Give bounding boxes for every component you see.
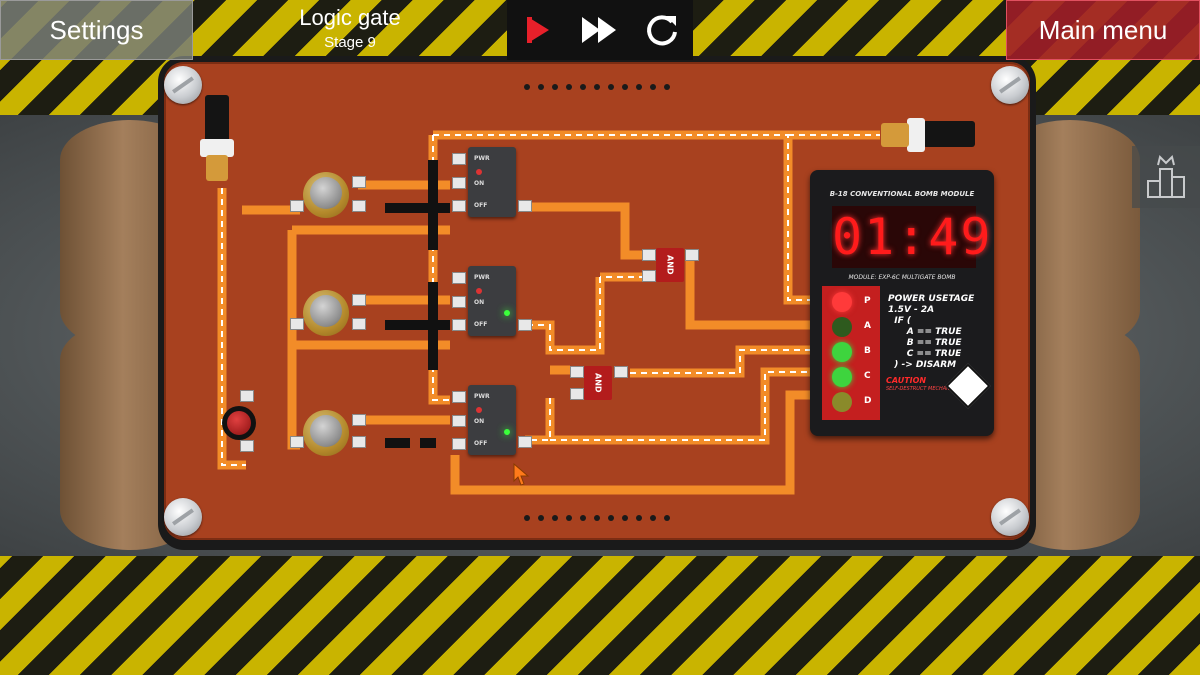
and-gate-1-pin-b bbox=[642, 270, 656, 282]
gate-2-pwr-label: PWR bbox=[474, 274, 490, 281]
status-letter-p: P bbox=[864, 296, 871, 306]
gate-2-pwr-led bbox=[476, 288, 482, 294]
push-button-pin-bottom bbox=[240, 440, 254, 452]
knob-1-pin-a bbox=[352, 176, 366, 188]
status-light-c bbox=[832, 367, 852, 387]
gate-1-pin-on bbox=[452, 177, 466, 189]
gate-3-pin-pwr bbox=[452, 391, 466, 403]
not-gate-1[interactable]: PWR ON OFF bbox=[468, 147, 516, 217]
knob-1-pin-b bbox=[352, 200, 366, 212]
disarm-rules: POWER USETAGE 1.5V - 2A IF ( A == TRUE B… bbox=[888, 294, 975, 370]
leaderboard-button[interactable] bbox=[1132, 146, 1200, 208]
knob-3-pin-a bbox=[352, 414, 366, 426]
gate-2-off-label: OFF bbox=[474, 321, 488, 328]
gate-2-pin-off bbox=[452, 319, 466, 331]
push-button-red[interactable] bbox=[222, 406, 256, 440]
playback-controls bbox=[507, 0, 693, 60]
restart-button[interactable] bbox=[637, 5, 687, 55]
fast-forward-icon bbox=[582, 17, 616, 43]
gate-2-pin-out bbox=[518, 319, 532, 331]
level-title-block: Logic gate Stage 9 bbox=[250, 4, 450, 54]
knob-3-pin-in bbox=[290, 436, 304, 448]
stage-label: Stage 9 bbox=[324, 34, 376, 51]
status-light-panel: P A B C D bbox=[822, 286, 880, 420]
level-title: Logic gate bbox=[299, 5, 401, 30]
status-light-p bbox=[832, 292, 852, 312]
input-knob-2[interactable] bbox=[303, 290, 349, 336]
gate-1-off-label: OFF bbox=[474, 202, 488, 209]
and-gate-2-label: AND bbox=[593, 373, 603, 393]
countdown-timer: 01:49 bbox=[832, 206, 993, 268]
gate-2-on-led bbox=[504, 310, 510, 316]
and-gate-1[interactable]: AND bbox=[656, 248, 684, 282]
fast-forward-button[interactable] bbox=[575, 5, 625, 55]
gate-1-pin-out bbox=[518, 200, 532, 212]
status-letter-a: A bbox=[864, 321, 871, 331]
play-icon bbox=[527, 17, 549, 43]
module-title: B-18 CONVENTIONAL BOMB MODULE bbox=[829, 190, 975, 198]
status-letter-c: C bbox=[864, 371, 871, 381]
leaderboard-icon bbox=[1147, 155, 1185, 198]
push-button-pin-top bbox=[240, 390, 254, 402]
screw-top-left bbox=[164, 66, 202, 104]
gate-3-on-led bbox=[504, 429, 510, 435]
status-light-d bbox=[832, 392, 852, 412]
knob-2-pin-a bbox=[352, 294, 366, 306]
gate-2-on-label: ON bbox=[474, 299, 485, 306]
gate-1-on-label: ON bbox=[474, 180, 485, 187]
status-light-b bbox=[832, 342, 852, 362]
and-gate-2-pin-a bbox=[570, 366, 584, 378]
not-gate-2[interactable]: PWR ON OFF bbox=[468, 266, 516, 336]
gate-1-pwr-led bbox=[476, 169, 482, 175]
and-gate-1-pin-out bbox=[685, 249, 699, 261]
status-letter-b: B bbox=[864, 346, 871, 356]
restart-icon bbox=[647, 15, 677, 46]
fuse-left bbox=[200, 95, 234, 195]
fuse-right bbox=[875, 118, 975, 152]
knob-3-pin-b bbox=[352, 436, 366, 448]
and-gate-1-label: AND bbox=[665, 255, 675, 275]
gate-1-pin-off bbox=[452, 200, 466, 212]
screw-top-right bbox=[991, 66, 1029, 104]
gate-3-pwr-label: PWR bbox=[474, 393, 490, 400]
gate-1-pin-pwr bbox=[452, 153, 466, 165]
knob-1-pin-in bbox=[290, 200, 304, 212]
and-gate-2[interactable]: AND bbox=[584, 366, 612, 400]
gate-3-off-label: OFF bbox=[474, 440, 488, 447]
screw-bottom-left bbox=[164, 498, 202, 536]
gate-2-pin-pwr bbox=[452, 272, 466, 284]
bomb-module: B-18 CONVENTIONAL BOMB MODULE 01:49 MODU… bbox=[810, 170, 994, 436]
gate-3-on-label: ON bbox=[474, 418, 485, 425]
gate-3-pin-on bbox=[452, 415, 466, 427]
status-letter-d: D bbox=[864, 396, 872, 406]
status-light-a bbox=[832, 317, 852, 337]
screw-bottom-right bbox=[991, 498, 1029, 536]
gate-3-pin-out bbox=[518, 436, 532, 448]
settings-button[interactable]: Settings bbox=[0, 0, 193, 60]
knob-2-pin-b bbox=[352, 318, 366, 330]
main-menu-button[interactable]: Main menu bbox=[1006, 0, 1200, 60]
play-button[interactable] bbox=[513, 5, 563, 55]
input-knob-3[interactable] bbox=[303, 410, 349, 456]
knob-2-pin-in bbox=[290, 318, 304, 330]
input-knob-1[interactable] bbox=[303, 172, 349, 218]
and-gate-2-pin-out bbox=[614, 366, 628, 378]
not-gate-3[interactable]: PWR ON OFF bbox=[468, 385, 516, 455]
gate-3-pin-off bbox=[452, 438, 466, 450]
gate-2-pin-on bbox=[452, 296, 466, 308]
and-gate-2-pin-b bbox=[570, 388, 584, 400]
gate-1-pwr-label: PWR bbox=[474, 155, 490, 162]
caution-label: CAUTION bbox=[886, 376, 927, 385]
pointer-cursor-icon bbox=[513, 462, 530, 486]
module-subtitle: MODULE: EXP-6C MULTIGATE BOMB bbox=[848, 274, 956, 281]
and-gate-1-pin-a bbox=[642, 249, 656, 261]
gate-3-pwr-led bbox=[476, 407, 482, 413]
